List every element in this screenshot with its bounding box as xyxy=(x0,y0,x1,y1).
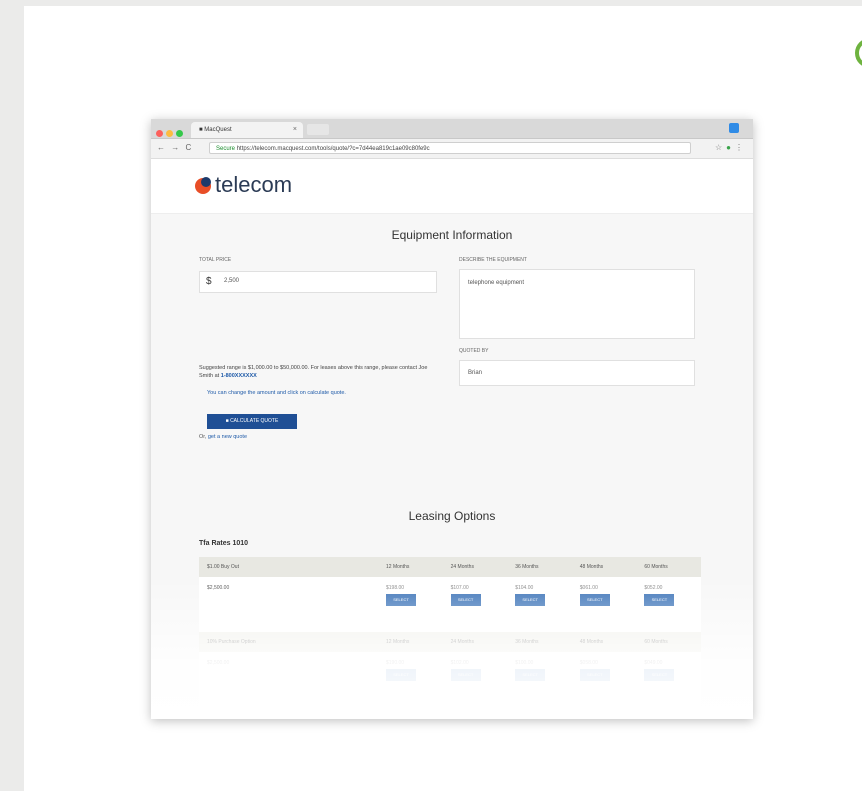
bookmark-star-icon[interactable]: ☆ xyxy=(715,143,726,152)
table-cell: $198.00 SELECT xyxy=(378,577,443,632)
table-cell: $104.00 SELECT xyxy=(507,577,572,632)
table-cell: $107.00 SELECT xyxy=(442,577,508,632)
tab-close-icon[interactable]: × xyxy=(293,122,297,138)
recalculate-note: You can change the amount and click on c… xyxy=(207,390,346,396)
leasing-table: $1.00 Buy Out 12 Months 24 Months 36 Mon… xyxy=(199,557,701,707)
close-window-icon[interactable] xyxy=(156,130,163,137)
page-top-strip xyxy=(24,0,862,6)
price-text: $100.00 xyxy=(515,660,534,666)
select-button[interactable]: SELECT xyxy=(644,669,675,681)
description-label: DESCRIBE THE EQUIPMENT xyxy=(459,257,527,263)
menu-icon[interactable]: ⋮ xyxy=(735,143,747,152)
row-amount: $2,500.00 xyxy=(199,652,378,707)
address-bar-row: ← → C Secure https://telecom.macquest.co… xyxy=(151,139,753,159)
logo-text: telecom xyxy=(215,172,293,197)
column-header: 12 Months xyxy=(378,557,443,577)
price-text: $102.00 xyxy=(450,660,469,666)
column-header: 12 Months xyxy=(378,632,443,652)
table-row: $2,500.00 $190.00 SELECT $102.00 SELECT $1… xyxy=(199,652,701,707)
select-button[interactable]: SELECT xyxy=(644,594,675,606)
tab-title: ■ MacQuest xyxy=(199,127,232,133)
select-button[interactable]: SELECT xyxy=(515,669,546,681)
page-content: Equipment Information TOTAL PRICE $ 2,50… xyxy=(151,214,753,719)
url-text: https://telecom.macquest.com/tools/quote… xyxy=(236,146,430,152)
site-header: telecom xyxy=(151,159,753,214)
column-header: $1.00 Buy Out xyxy=(199,557,378,577)
phone-link[interactable]: 1-800XXXXXX xyxy=(221,373,257,379)
table-header-row: $1.00 Buy Out 12 Months 24 Months 36 Mon… xyxy=(199,557,701,577)
quoted-by-label: QUOTED BY xyxy=(459,348,489,354)
profile-icon[interactable] xyxy=(729,123,739,133)
help-text: Suggested range is $1,000.00 to $50,000.… xyxy=(199,364,437,380)
column-header: 36 Months xyxy=(507,632,572,652)
column-header: 48 Months xyxy=(571,557,637,577)
table-cell: $102.00 SELECT xyxy=(442,652,508,707)
price-text: $052.00 xyxy=(644,585,663,591)
url-field[interactable]: Secure https://telecom.macquest.com/tool… xyxy=(209,142,691,154)
table-cell: $049.00 SELECT xyxy=(636,652,701,707)
decorative-circle-icon xyxy=(855,38,862,68)
currency-symbol: $ xyxy=(206,276,212,287)
table-subheader-row: 10% Purchase Option 12 Months 24 Months … xyxy=(199,632,701,652)
secure-indicator: Secure xyxy=(216,146,236,152)
column-header: 48 Months xyxy=(571,632,637,652)
minimize-window-icon[interactable] xyxy=(166,130,173,137)
price-input[interactable]: $ 2,500 xyxy=(199,271,437,293)
table-cell: $100.00 SELECT xyxy=(507,652,572,707)
table-cell: $058.00 SELECT xyxy=(571,652,637,707)
select-button[interactable]: SELECT xyxy=(579,669,610,681)
extension-icon[interactable]: ● xyxy=(726,143,735,152)
select-button[interactable]: SELECT xyxy=(450,669,481,681)
select-button[interactable]: SELECT xyxy=(450,594,481,606)
browser-window: ■ MacQuest × ← → C Secure https://teleco… xyxy=(151,119,753,719)
select-button[interactable]: SELECT xyxy=(386,594,416,606)
telecom-logo-icon xyxy=(195,177,211,194)
select-button[interactable]: SELECT xyxy=(386,669,416,681)
navigation-buttons[interactable]: ← → C xyxy=(157,143,193,152)
description-value: telephone equipment xyxy=(468,280,525,286)
address-bar-icons: ☆●⋮ xyxy=(715,143,747,152)
price-text: $104.00 xyxy=(515,585,534,591)
rate-table-title: Tfa Rates 1010 xyxy=(199,540,249,547)
new-quote-link[interactable]: get a new quote xyxy=(208,434,247,440)
calculate-quote-button[interactable]: ■ CALCULATE QUOTE xyxy=(207,414,297,429)
select-button[interactable]: SELECT xyxy=(515,594,546,606)
column-header: 60 Months xyxy=(636,632,701,652)
table-cell: $052.00 SELECT xyxy=(636,577,701,632)
column-header: 36 Months xyxy=(507,557,572,577)
new-tab-button[interactable] xyxy=(307,124,329,135)
price-text: $061.00 xyxy=(579,585,598,591)
browser-tab[interactable]: ■ MacQuest × xyxy=(191,122,303,138)
price-text: $058.00 xyxy=(579,660,598,666)
page-left-strip xyxy=(0,0,24,791)
select-button[interactable]: SELECT xyxy=(579,594,610,606)
column-header: 10% Purchase Option xyxy=(199,632,378,652)
or-text: Or, xyxy=(199,434,207,440)
leasing-heading: Leasing Options xyxy=(408,509,496,523)
price-text: $190.00 xyxy=(386,660,405,666)
table-row: $2,500.00 $198.00 SELECT $107.00 SELECT $1… xyxy=(199,577,701,632)
price-text: $049.00 xyxy=(644,660,663,666)
new-quote-line: Or, get a new quote xyxy=(199,434,247,440)
price-text: $107.00 xyxy=(450,585,469,591)
browser-tab-bar: ■ MacQuest × xyxy=(151,119,753,139)
table-cell: $061.00 SELECT xyxy=(571,577,637,632)
equipment-heading: Equipment Information xyxy=(391,228,513,242)
row-amount: $2,500.00 xyxy=(199,577,378,632)
column-header: 24 Months xyxy=(442,557,508,577)
quoted-by-input[interactable]: Brian xyxy=(459,360,695,386)
price-text: $198.00 xyxy=(386,585,405,591)
maximize-window-icon[interactable] xyxy=(176,130,183,137)
column-header: 24 Months xyxy=(442,632,508,652)
table-cell: $190.00 SELECT xyxy=(378,652,443,707)
description-textarea[interactable]: telephone equipment xyxy=(459,269,695,339)
column-header: 60 Months xyxy=(636,557,701,577)
price-value: 2,500 xyxy=(224,278,240,284)
quoted-by-value: Brian xyxy=(468,370,483,376)
price-label: TOTAL PRICE xyxy=(199,257,232,263)
